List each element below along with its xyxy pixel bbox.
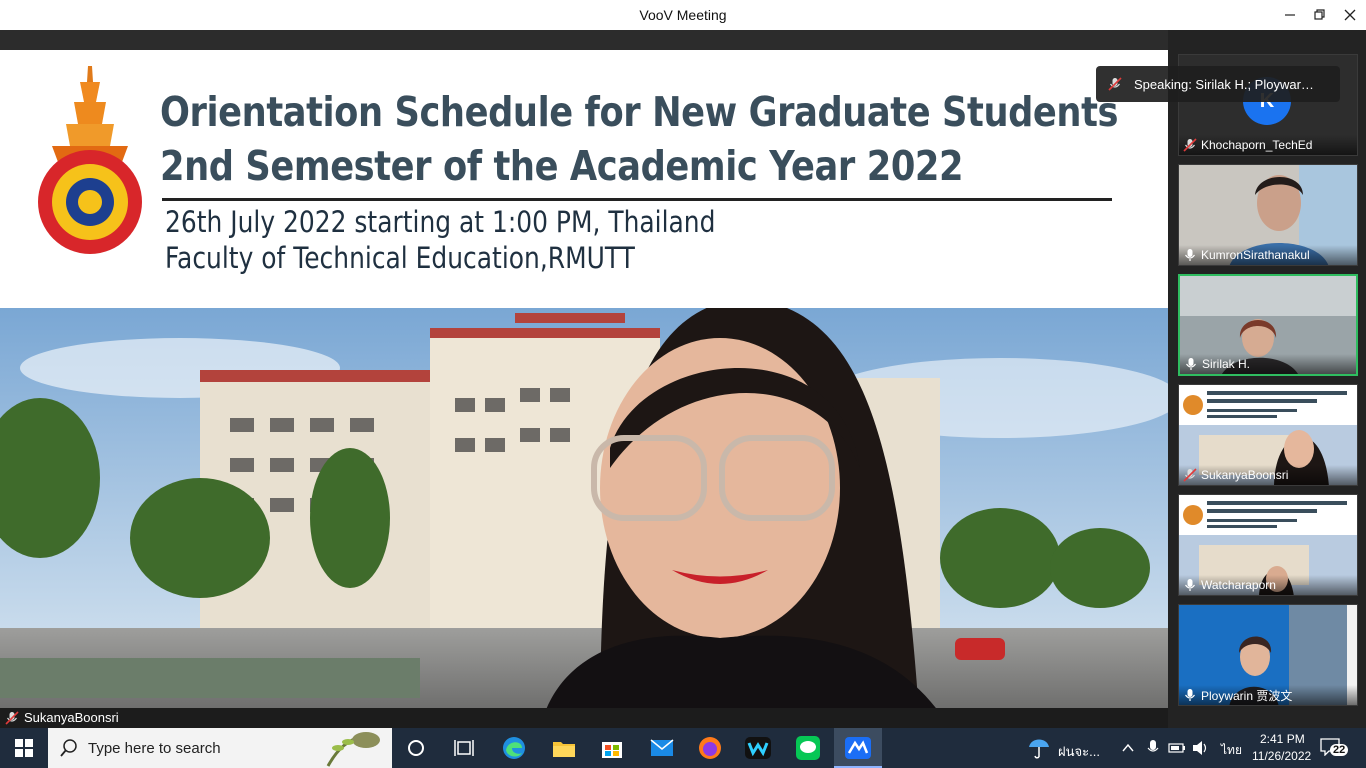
mic-icon bbox=[1185, 689, 1195, 701]
line-icon bbox=[796, 736, 820, 760]
participant-name: Watcharaporn bbox=[1201, 578, 1276, 592]
clock-date[interactable]: 11/26/2022 bbox=[1252, 749, 1311, 763]
participant-label: Sirilak H. bbox=[1180, 354, 1356, 374]
mic-muted-icon bbox=[1183, 138, 1197, 152]
weather-text[interactable]: ฝนจะ... bbox=[1058, 741, 1100, 762]
search-highlight-illustration bbox=[326, 732, 380, 767]
taskbar-search[interactable]: Type here to search bbox=[48, 728, 392, 768]
mic-icon bbox=[1186, 358, 1196, 370]
slide-title-line1: Orientation Schedule for New Graduate St… bbox=[160, 88, 1119, 136]
cortana-button[interactable] bbox=[392, 728, 440, 768]
participant-tile[interactable]: Watcharaporn bbox=[1178, 494, 1358, 596]
speaking-text: Speaking: Sirilak H.; Ploywari... bbox=[1134, 76, 1314, 92]
mic-icon bbox=[1185, 249, 1195, 261]
folder-icon bbox=[553, 742, 575, 757]
main-speaker-name: SukanyaBoonsri bbox=[24, 710, 119, 725]
campus-photo bbox=[0, 308, 1168, 708]
minimize-icon bbox=[1285, 14, 1295, 16]
microphone-tray-icon[interactable] bbox=[1147, 740, 1159, 756]
participant-tile[interactable]: Ploywarin 贾波文 bbox=[1178, 604, 1358, 706]
battery-icon[interactable] bbox=[1168, 741, 1186, 755]
participant-label: Khochaporn_TechEd bbox=[1179, 135, 1357, 155]
mic-muted-icon bbox=[1183, 468, 1197, 482]
language-indicator[interactable]: ไทย bbox=[1221, 741, 1242, 760]
title-bar: VooV Meeting bbox=[0, 0, 1366, 30]
volume-icon[interactable] bbox=[1192, 740, 1210, 756]
voov-icon bbox=[845, 737, 871, 759]
restore-icon bbox=[1314, 9, 1325, 20]
participant-sidebar[interactable]: K Khochaporn_TechEd KumronSirathanakul bbox=[1168, 30, 1366, 728]
participant-label: SukanyaBoonsri bbox=[1179, 465, 1357, 485]
task-view-icon bbox=[454, 740, 474, 756]
slide-header: Orientation Schedule for New Graduate St… bbox=[0, 50, 1168, 308]
close-icon bbox=[1344, 9, 1356, 21]
slide-title-line2: 2nd Semester of the Academic Year 2022 bbox=[160, 142, 964, 190]
store-icon bbox=[602, 742, 622, 758]
speaking-indicator: Speaking: Sirilak H.; Ploywari... bbox=[1096, 66, 1340, 102]
participant-name: Sirilak H. bbox=[1202, 357, 1251, 371]
voov-app-active[interactable] bbox=[834, 728, 882, 768]
edge-app[interactable] bbox=[490, 728, 538, 768]
mic-muted-icon bbox=[5, 711, 19, 725]
slide-divider bbox=[162, 198, 1112, 201]
weather-rain-icon bbox=[1029, 739, 1049, 759]
mic-muted-icon bbox=[1108, 77, 1122, 91]
mic-icon bbox=[1185, 579, 1195, 591]
participant-name: SukanyaBoonsri bbox=[1201, 468, 1289, 482]
line-app[interactable] bbox=[784, 728, 832, 768]
participant-tile[interactable]: SukanyaBoonsri bbox=[1178, 384, 1358, 486]
window-title: VooV Meeting bbox=[639, 7, 727, 23]
close-button[interactable] bbox=[1332, 0, 1366, 30]
clock-time[interactable]: 2:41 PM bbox=[1260, 732, 1305, 746]
participant-name: Khochaporn_TechEd bbox=[1201, 138, 1313, 152]
chevron-up-icon[interactable] bbox=[1122, 743, 1134, 753]
main-top-strip bbox=[0, 30, 1168, 50]
main-video-area: Orientation Schedule for New Graduate St… bbox=[0, 30, 1168, 708]
notification-center-button[interactable]: 22 bbox=[1318, 736, 1352, 760]
windows-taskbar: Type here to search ฝนจะ... ไทย 2:41 PM … bbox=[0, 728, 1366, 768]
main-speaker-bar: SukanyaBoonsri bbox=[0, 708, 1168, 728]
participant-label: Watcharaporn bbox=[1179, 575, 1357, 595]
cortana-icon bbox=[408, 740, 424, 756]
slide-faculty-line: Faculty of Technical Education,RMUTT bbox=[165, 241, 635, 275]
university-logo bbox=[38, 66, 142, 254]
shared-slide: Orientation Schedule for New Graduate St… bbox=[0, 50, 1168, 708]
windows-logo-icon bbox=[15, 739, 33, 757]
start-button[interactable] bbox=[0, 728, 48, 768]
participant-tile-active[interactable]: Sirilak H. bbox=[1178, 274, 1358, 376]
mail-icon bbox=[650, 739, 674, 756]
search-placeholder: Type here to search bbox=[88, 740, 221, 757]
file-explorer-app[interactable] bbox=[540, 728, 588, 768]
mail-app[interactable] bbox=[638, 728, 686, 768]
store-app[interactable] bbox=[588, 728, 636, 768]
webex-icon bbox=[745, 737, 771, 759]
participant-name: Ploywarin 贾波文 bbox=[1201, 688, 1293, 703]
webex-app[interactable] bbox=[734, 728, 782, 768]
search-icon bbox=[60, 739, 77, 757]
participant-label: KumronSirathanakul bbox=[1179, 245, 1357, 265]
edge-icon bbox=[503, 737, 525, 759]
firefox-icon bbox=[699, 737, 721, 759]
participant-name: KumronSirathanakul bbox=[1201, 248, 1310, 262]
notification-count-badge: 22 bbox=[1330, 744, 1349, 756]
participant-tile[interactable]: KumronSirathanakul bbox=[1178, 164, 1358, 266]
participant-label: Ploywarin 贾波文 bbox=[1179, 685, 1357, 705]
task-view-button[interactable] bbox=[440, 728, 488, 768]
firefox-app[interactable] bbox=[686, 728, 734, 768]
slide-date-line: 26th July 2022 starting at 1:00 PM, Thai… bbox=[165, 205, 716, 239]
